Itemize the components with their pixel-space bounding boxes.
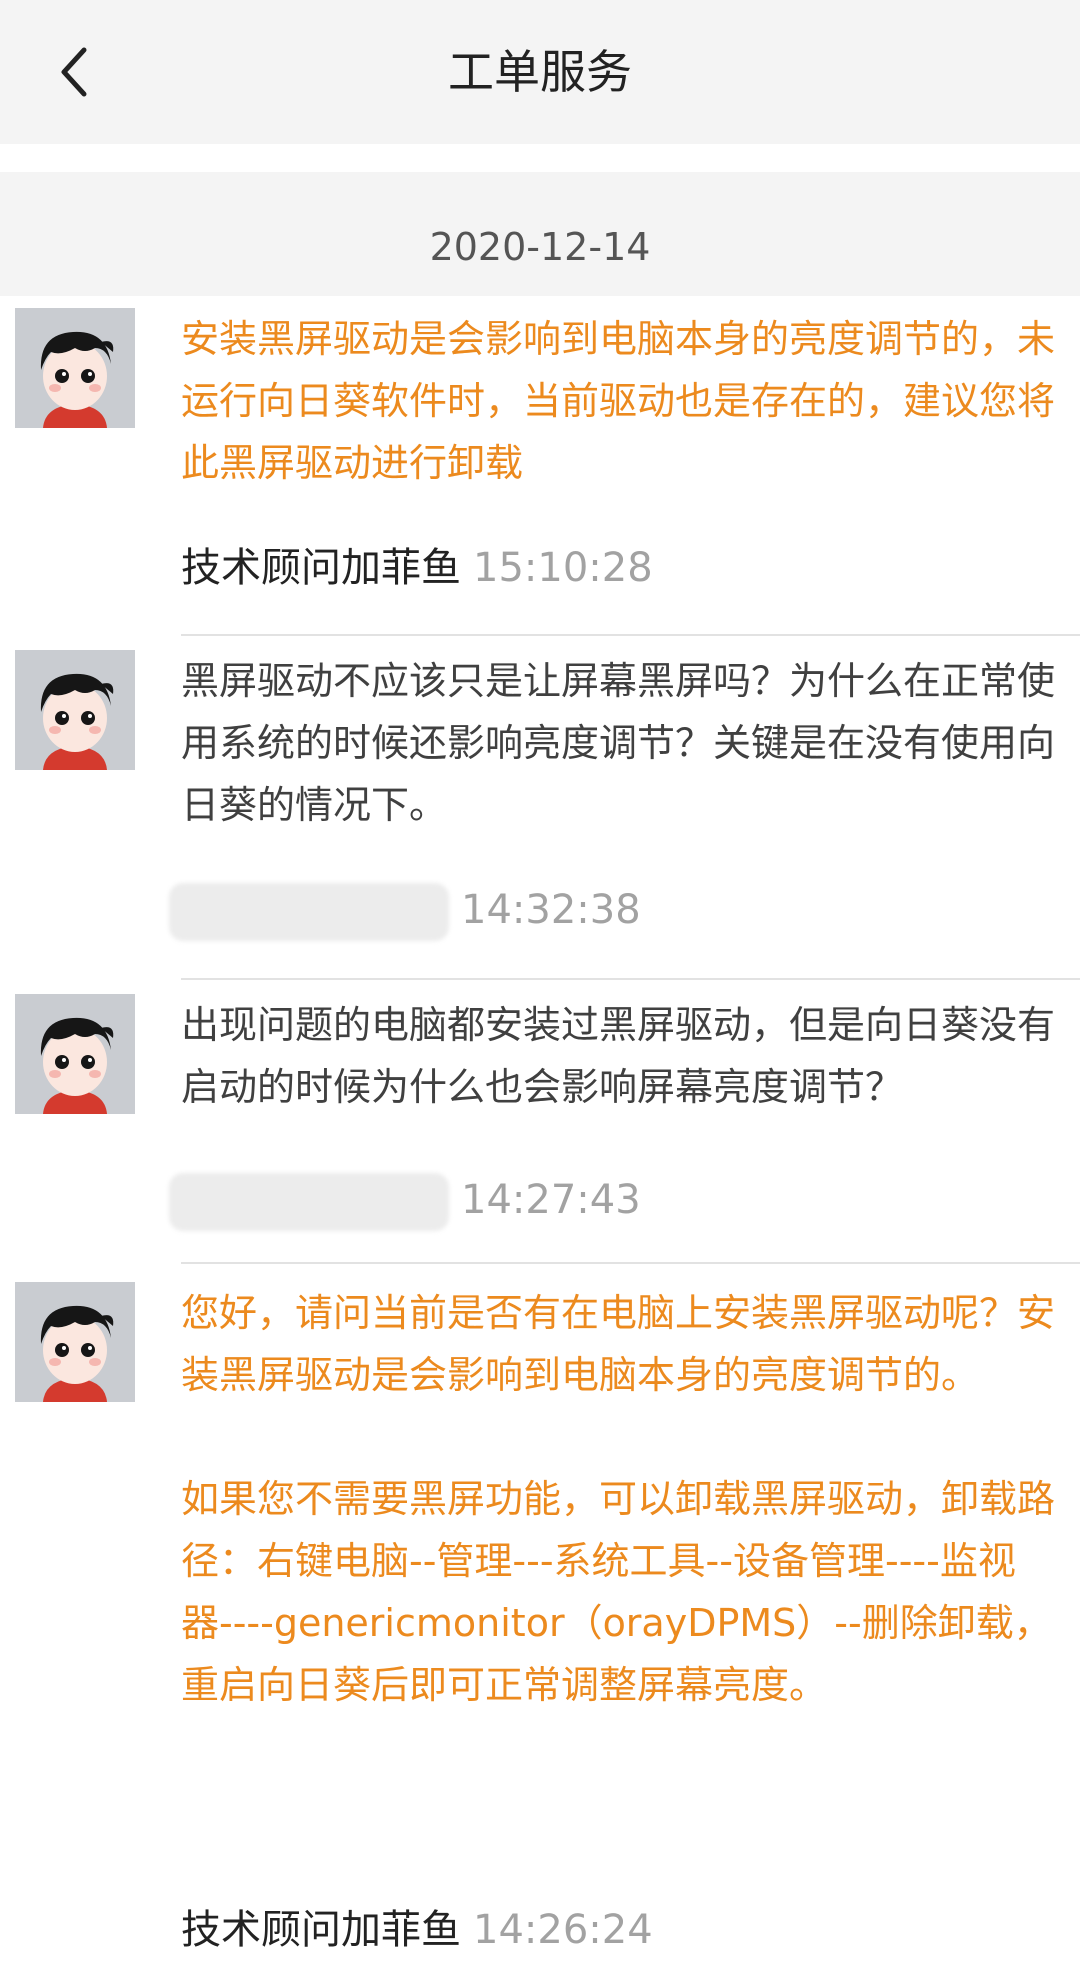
message-text: 黑屏驱动不应该只是让屏幕黑屏吗？为什么在正常使用系统的时候还影响亮度调节？关键是… [181, 659, 1056, 827]
message-time: 14:26:24 [473, 1907, 653, 1953]
message-time: 14:27:43 [461, 1177, 641, 1223]
work-order-screen: 工单服务 2020-12-14 安装黑屏驱动是会影响到电脑本身的亮度调节的，未运… [0, 0, 1080, 1988]
avatar [15, 308, 135, 428]
message-meta: 技术顾问加菲鱼 14:26:24 [181, 1900, 653, 1960]
avatar [15, 650, 135, 770]
divider [181, 1262, 1080, 1264]
sender-name: 技术顾问加菲鱼 [181, 1907, 461, 1953]
divider [181, 634, 1080, 636]
message-meta: 14:27:43 [169, 1170, 641, 1231]
divider [181, 978, 1080, 980]
message-time: 15:10:28 [473, 545, 653, 591]
message-meta: 技术顾问加菲鱼 15:10:28 [181, 538, 653, 598]
avatar-cartoon-icon [15, 1282, 135, 1402]
message-text: 安装黑屏驱动是会影响到电脑本身的亮度调节的，未运行向日葵软件时，当前驱动也是存在… [181, 317, 1056, 485]
message-text: 您好，请问当前是否有在电脑上安装黑屏驱动呢？安装黑屏驱动是会影响到电脑本身的亮度… [181, 1291, 1056, 1707]
sender-name: 技术顾问加菲鱼 [181, 545, 461, 591]
date-label: 2020-12-14 [429, 225, 651, 269]
sender-name-redacted [169, 883, 449, 941]
avatar-cartoon-icon [15, 650, 135, 770]
date-separator: 2020-12-14 [0, 172, 1080, 296]
avatar-cartoon-icon [15, 308, 135, 428]
top-bar: 工单服务 [0, 0, 1080, 144]
avatar [15, 1282, 135, 1402]
message-meta: 14:32:38 [169, 880, 641, 941]
avatar-cartoon-icon [15, 994, 135, 1114]
message-text: 出现问题的电脑都安装过黑屏驱动，但是向日葵没有启动的时候为什么也会影响屏幕亮度调… [181, 1003, 1056, 1109]
message-time: 14:32:38 [461, 887, 641, 933]
sender-name-redacted [169, 1173, 449, 1231]
page-title: 工单服务 [448, 45, 632, 99]
avatar [15, 994, 135, 1114]
